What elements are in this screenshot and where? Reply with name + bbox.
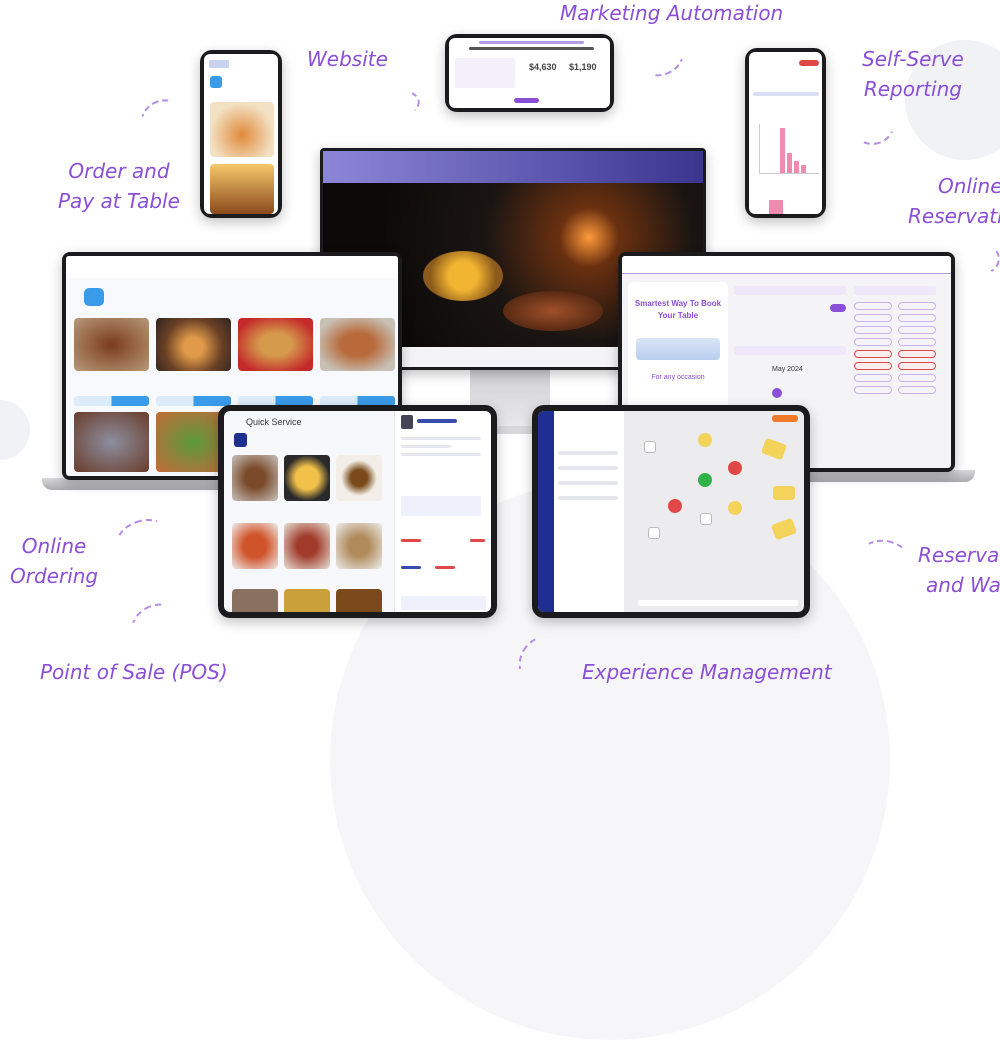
reservation-tagline: For any occasion — [651, 374, 705, 381]
label-line: Ordering — [10, 564, 99, 588]
label-line: and Wa — [926, 573, 1000, 597]
bg-circle — [0, 400, 30, 460]
time-slot-unavailable — [854, 350, 892, 358]
time-slot[interactable] — [854, 374, 892, 382]
table[interactable] — [700, 513, 712, 525]
table[interactable] — [644, 441, 656, 453]
label-line: Self-Serve — [862, 47, 964, 71]
tablet-pos: Quick Service — [218, 405, 497, 618]
sidebar-nav — [538, 411, 554, 612]
time-slot[interactable] — [854, 314, 892, 322]
reservation-list — [554, 411, 624, 612]
dashed-arrow — [952, 236, 1000, 279]
label-line: Online — [938, 174, 1000, 198]
avatar — [401, 415, 413, 429]
phone-order-pay — [200, 50, 282, 218]
label-line: Online — [21, 534, 87, 558]
time-slot[interactable] — [854, 386, 892, 394]
time-slot-unavailable — [854, 362, 892, 370]
time-slot[interactable] — [898, 302, 936, 310]
website-nav — [323, 151, 703, 183]
table[interactable] — [668, 499, 682, 513]
phone-screen: $4,630 $1,190 — [449, 38, 610, 108]
table[interactable] — [770, 517, 798, 541]
label-order-pay-table: Order and Pay at Table — [58, 156, 180, 216]
label-line: Reservati — [908, 204, 1000, 228]
guest-profile-panel — [394, 411, 491, 612]
label-online-reservations: Online Reservati — [908, 171, 1000, 231]
illustration — [636, 338, 720, 360]
party-size-others[interactable] — [830, 304, 846, 312]
category-all[interactable] — [84, 288, 104, 306]
label-line: Reserva — [918, 543, 1000, 567]
phone-reporting — [745, 48, 826, 218]
dashed-arrow — [123, 595, 187, 655]
table[interactable] — [648, 527, 660, 539]
tablet-reservations-waitlist — [532, 405, 810, 618]
label-marketing-automation: Marketing Automation — [560, 1, 784, 25]
bar-chart — [759, 124, 819, 174]
time-slot[interactable] — [854, 338, 892, 346]
dashed-arrow — [634, 31, 691, 84]
phone-screen — [204, 54, 278, 214]
pos-screen: Quick Service — [224, 411, 491, 612]
label-line: Pay at Table — [58, 189, 180, 213]
time-slot[interactable] — [898, 386, 936, 394]
label-line: Order and — [68, 159, 170, 183]
time-slot-unavailable — [898, 350, 936, 358]
label-online-ordering: Online Ordering — [10, 531, 98, 591]
dashed-arrow — [367, 85, 423, 125]
time-slot[interactable] — [854, 302, 892, 310]
table[interactable] — [773, 486, 795, 500]
label-self-serve-reporting: Self-Serve Reporting — [862, 44, 964, 104]
pos-category-all[interactable] — [234, 433, 247, 447]
time-slot[interactable] — [898, 374, 936, 382]
time-slot-unavailable — [898, 362, 936, 370]
label-pos: Point of Sale (POS) — [40, 660, 228, 684]
add-reservation-button[interactable] — [772, 415, 798, 422]
phone-marketing: $4,630 $1,190 — [445, 34, 614, 112]
table[interactable] — [760, 437, 788, 461]
table[interactable] — [728, 461, 742, 475]
reservation-headline: Smartest Way To Book Your Table — [634, 299, 722, 320]
time-slot[interactable] — [898, 338, 936, 346]
label-reservations-waitlist: Reserva and Wa — [918, 540, 1000, 600]
label-website: Website — [307, 47, 388, 71]
phone-screen — [749, 52, 822, 214]
table[interactable] — [698, 473, 712, 487]
table[interactable] — [698, 433, 712, 447]
dashed-arrow — [109, 511, 176, 569]
time-slot[interactable] — [898, 314, 936, 322]
pos-title: Quick Service — [246, 417, 302, 427]
label-experience-management: Experience Management — [582, 660, 832, 684]
dashed-arrow — [857, 535, 913, 580]
table[interactable] — [728, 501, 742, 515]
floorplan-screen — [538, 411, 804, 612]
calendar-day-selected[interactable] — [772, 388, 782, 398]
time-slot[interactable] — [898, 326, 936, 334]
calendar-month: May 2024 — [772, 366, 803, 373]
dashed-arrow — [133, 91, 192, 149]
time-slot[interactable] — [854, 326, 892, 334]
